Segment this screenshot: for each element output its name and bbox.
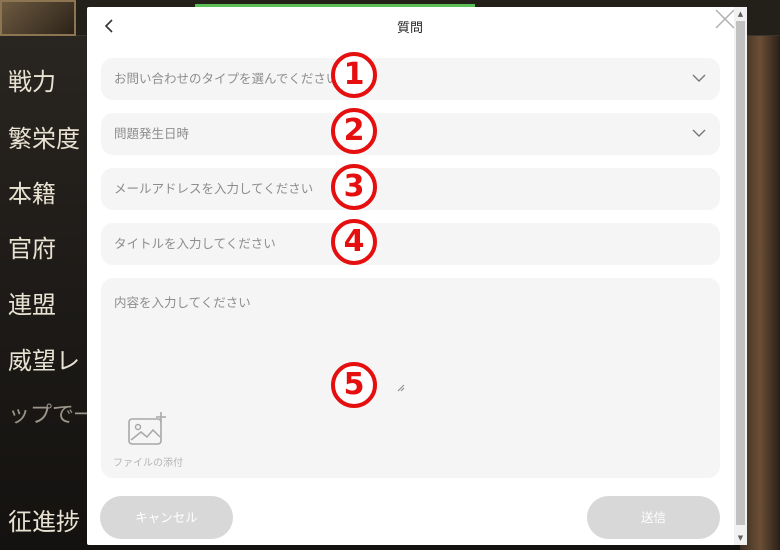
resize-handle-icon[interactable]: [395, 382, 405, 392]
attach-file-label: ファイルの添付: [113, 458, 183, 469]
menu-item-prestige: 威望レ: [8, 347, 80, 375]
image-add-icon: [128, 412, 166, 445]
inquiry-type-value: お問い合わせのタイプを選んでください: [114, 71, 339, 86]
email-input[interactable]: メールアドレスを入力してください: [101, 168, 720, 210]
cancel-button[interactable]: キャンセル: [100, 496, 233, 539]
chevron-down-icon: [692, 74, 706, 82]
content-placeholder: 内容を入力してください: [114, 295, 251, 310]
menu-item-office: 官府: [8, 235, 56, 263]
annotation-marker-2: 2: [331, 108, 377, 154]
attach-file-button[interactable]: [127, 410, 167, 446]
player-avatar: [0, 0, 76, 36]
title-input[interactable]: タイトルを入力してください: [101, 223, 720, 265]
inquiry-type-select[interactable]: お問い合わせのタイプを選んでください: [101, 58, 720, 100]
dialog-header: 質問: [87, 7, 747, 45]
issue-date-value: 問題発生日時: [114, 126, 190, 141]
scroll-up-icon[interactable]: ▲: [736, 9, 745, 19]
chevron-down-icon: [692, 129, 706, 137]
annotation-marker-3: 3: [331, 164, 377, 210]
menu-item-alliance: 連盟: [8, 291, 56, 319]
menu-item-hometown: 本籍: [8, 180, 56, 208]
annotation-marker-4: 4: [331, 219, 377, 265]
annotation-marker-5: 5: [331, 362, 377, 408]
scroll-thumb[interactable]: [736, 21, 745, 525]
annotation-marker-1: 1: [331, 52, 377, 98]
menu-item-power: 戦力: [8, 68, 56, 96]
inquiry-dialog: 質問 お問い合わせのタイプを選んでください 問題発生日時 メールアドレスを入力し…: [87, 7, 747, 545]
dialog-title: 質問: [396, 21, 423, 36]
content-textarea[interactable]: 内容を入力してください ファイルの添付: [101, 278, 720, 478]
issue-date-select[interactable]: 問題発生日時: [101, 113, 720, 155]
submit-button[interactable]: 送信: [587, 496, 720, 539]
menu-item-prosperity: 繁栄度: [8, 125, 80, 153]
scroll-down-icon[interactable]: ▼: [736, 533, 745, 543]
menu-item-expedition: 征進捗: [8, 508, 80, 536]
email-placeholder: メールアドレスを入力してください: [114, 181, 314, 196]
dialog-scrollbar[interactable]: ▲ ▼: [734, 7, 747, 545]
title-placeholder: タイトルを入力してください: [114, 236, 276, 251]
